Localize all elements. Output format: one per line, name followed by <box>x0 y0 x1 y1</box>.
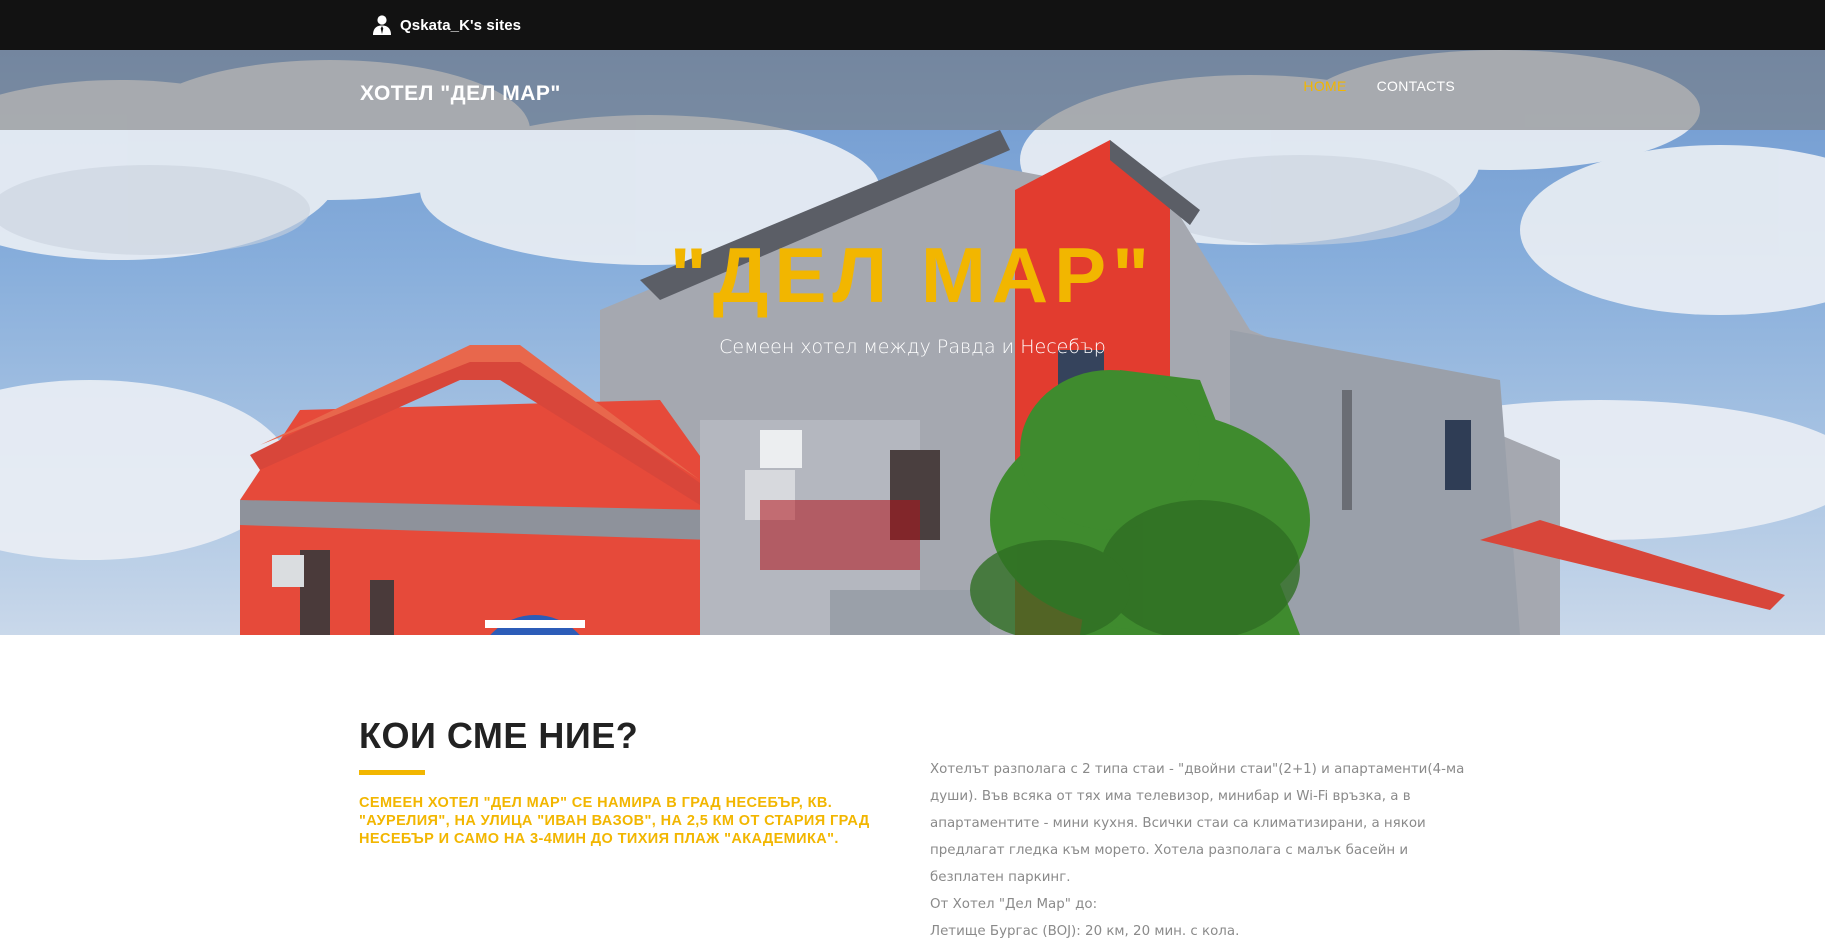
distances-label: От Хотел "Дел Мар" до: <box>930 897 1098 912</box>
nav-home[interactable]: HOME <box>1303 78 1346 94</box>
main-navbar: ХОТЕЛ "ДЕЛ МАР" HOME CONTACTS <box>0 50 1825 130</box>
hero-subtitle: Семеен хотел между Равда и Несебър <box>719 336 1106 358</box>
about-lead-text: Семеен хотел "Дел Мар" се намира в град … <box>359 795 870 847</box>
site-brand[interactable]: ХОТЕЛ "ДЕЛ МАР" <box>360 82 561 106</box>
hero-title: "ДЕЛ МАР" <box>669 231 1156 319</box>
about-paragraph: Хотелът разполага с 2 типа стаи - "двойн… <box>930 762 1465 885</box>
my-sites-label: Qskata_K's sites <box>400 16 522 34</box>
my-sites-link[interactable]: Qskata_K's sites <box>372 14 521 36</box>
heading-underline <box>359 770 425 775</box>
admin-bar: Qskata_K's sites <box>0 0 1825 50</box>
distance-item: Летище Бургас (BOJ): 20 км, 20 мин. с ко… <box>930 924 1240 939</box>
about-body: Хотелът разполага с 2 типа стаи - "двойн… <box>930 756 1465 945</box>
about-heading: КОИ СМЕ НИЕ? <box>359 715 639 756</box>
user-icon <box>372 14 392 36</box>
hero-section: ХОТЕЛ "ДЕЛ МАР" HOME CONTACTS "ДЕЛ МАР" … <box>0 50 1825 635</box>
main-nav: HOME CONTACTS <box>1303 78 1455 94</box>
nav-contacts[interactable]: CONTACTS <box>1377 78 1455 94</box>
